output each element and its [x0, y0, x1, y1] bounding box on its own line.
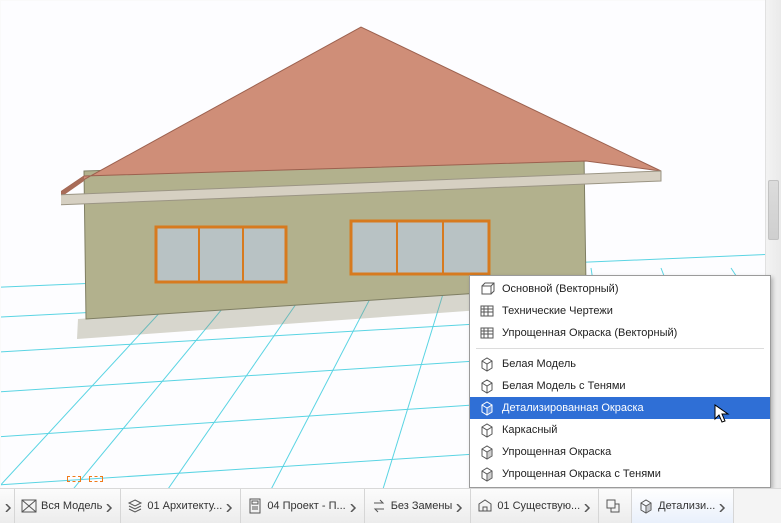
chevron-right-icon — [718, 503, 724, 509]
bar-render-mode-selector[interactable]: Детализи... — [632, 489, 734, 523]
zoom-set-icon — [21, 498, 37, 514]
style-cube-icon — [638, 498, 654, 514]
quick-options-bar: Вся Модель 01 Архитекту... 04 Проект - П… — [0, 488, 781, 523]
layered-hatch-icon — [478, 302, 496, 320]
popup-separator — [476, 348, 764, 349]
popup-item-label: Упрощенная Окраска (Векторный) — [502, 327, 677, 339]
popup-item-label: Основной (Векторный) — [502, 283, 618, 295]
popup-item-simplified-shading-shadows[interactable]: Упрощенная Окраска с Тенями — [470, 463, 770, 485]
popup-item-tech-drawings[interactable]: Технические Чертежи — [470, 300, 770, 322]
bar-zoom-selector[interactable]: Вся Модель — [15, 489, 121, 523]
bar-scroll-left[interactable] — [0, 489, 15, 523]
bar-item-label: Вся Модель — [41, 500, 102, 512]
popup-item-label: Упрощенная Окраска с Тенями — [502, 468, 661, 480]
chevron-right-icon — [105, 503, 111, 509]
cube-shaded-icon — [478, 399, 496, 417]
cube-outline-icon — [478, 377, 496, 395]
swap-icon — [371, 498, 387, 514]
page-icon — [247, 498, 263, 514]
layer-filter-icon — [127, 498, 143, 514]
selection-handle[interactable] — [67, 476, 81, 482]
popup-item-white-model[interactable]: Белая Модель — [470, 353, 770, 375]
popup-item-vector-main[interactable]: Основной (Векторный) — [470, 278, 770, 300]
render-mode-popup: Основной (Векторный) Технические Чертежи… — [469, 275, 771, 488]
popup-item-simplified-vector[interactable]: Упрощенная Окраска (Векторный) — [470, 322, 770, 344]
popup-item-wireframe[interactable]: Каркасный — [470, 419, 770, 441]
chevron-right-icon — [349, 503, 355, 509]
bar-item-label: 01 Архитекту... — [147, 500, 222, 512]
reno-icon — [477, 498, 493, 514]
layered-hatch-icon — [478, 324, 496, 342]
popup-item-detailed-shading[interactable]: Детализированная Окраска — [470, 397, 770, 419]
chevron-right-icon — [583, 503, 589, 509]
arrow-out-icon — [605, 498, 621, 514]
bar-extra-toggle[interactable] — [599, 489, 632, 523]
bar-item-label: 04 Проект - П... — [267, 500, 345, 512]
app-root: { "popup": { "group1": [ { "label": "Осн… — [0, 0, 781, 523]
popup-item-white-model-shadows[interactable]: Белая Модель с Тенями — [470, 375, 770, 397]
popup-item-label: Детализированная Окраска — [502, 402, 644, 414]
cube-outline-icon — [478, 355, 496, 373]
bar-scale-selector[interactable]: 04 Проект - П... — [241, 489, 364, 523]
bar-override-selector[interactable]: Без Замены — [365, 489, 472, 523]
popup-item-label: Каркасный — [502, 424, 557, 436]
cube-shaded-icon — [478, 443, 496, 461]
layered-cube-icon — [478, 280, 496, 298]
chevron-right-icon — [225, 503, 231, 509]
cube-shaded-icon — [478, 465, 496, 483]
cube-outline-icon — [478, 421, 496, 439]
chevron-right-icon — [455, 503, 461, 509]
popup-item-label: Белая Модель — [502, 358, 576, 370]
bar-item-label: 01 Существую... — [497, 500, 580, 512]
chevron-right-icon — [4, 503, 10, 509]
popup-group-render: Белая Модель Белая Модель с Тенями Детал… — [470, 353, 770, 485]
popup-item-label: Технические Чертежи — [502, 305, 613, 317]
popup-item-simplified-shading[interactable]: Упрощенная Окраска — [470, 441, 770, 463]
bar-item-label: Без Замены — [391, 500, 453, 512]
popup-item-label: Упрощенная Окраска — [502, 446, 611, 458]
bar-item-label: Детализи... — [658, 500, 715, 512]
bar-renovation-selector[interactable]: 01 Существую... — [471, 489, 599, 523]
popup-group-vector: Основной (Векторный) Технические Чертежи… — [470, 278, 770, 344]
selection-handle[interactable] — [89, 476, 103, 482]
bar-layer-selector[interactable]: 01 Архитекту... — [121, 489, 241, 523]
scroll-thumb[interactable] — [768, 180, 779, 240]
popup-item-label: Белая Модель с Тенями — [502, 380, 626, 392]
